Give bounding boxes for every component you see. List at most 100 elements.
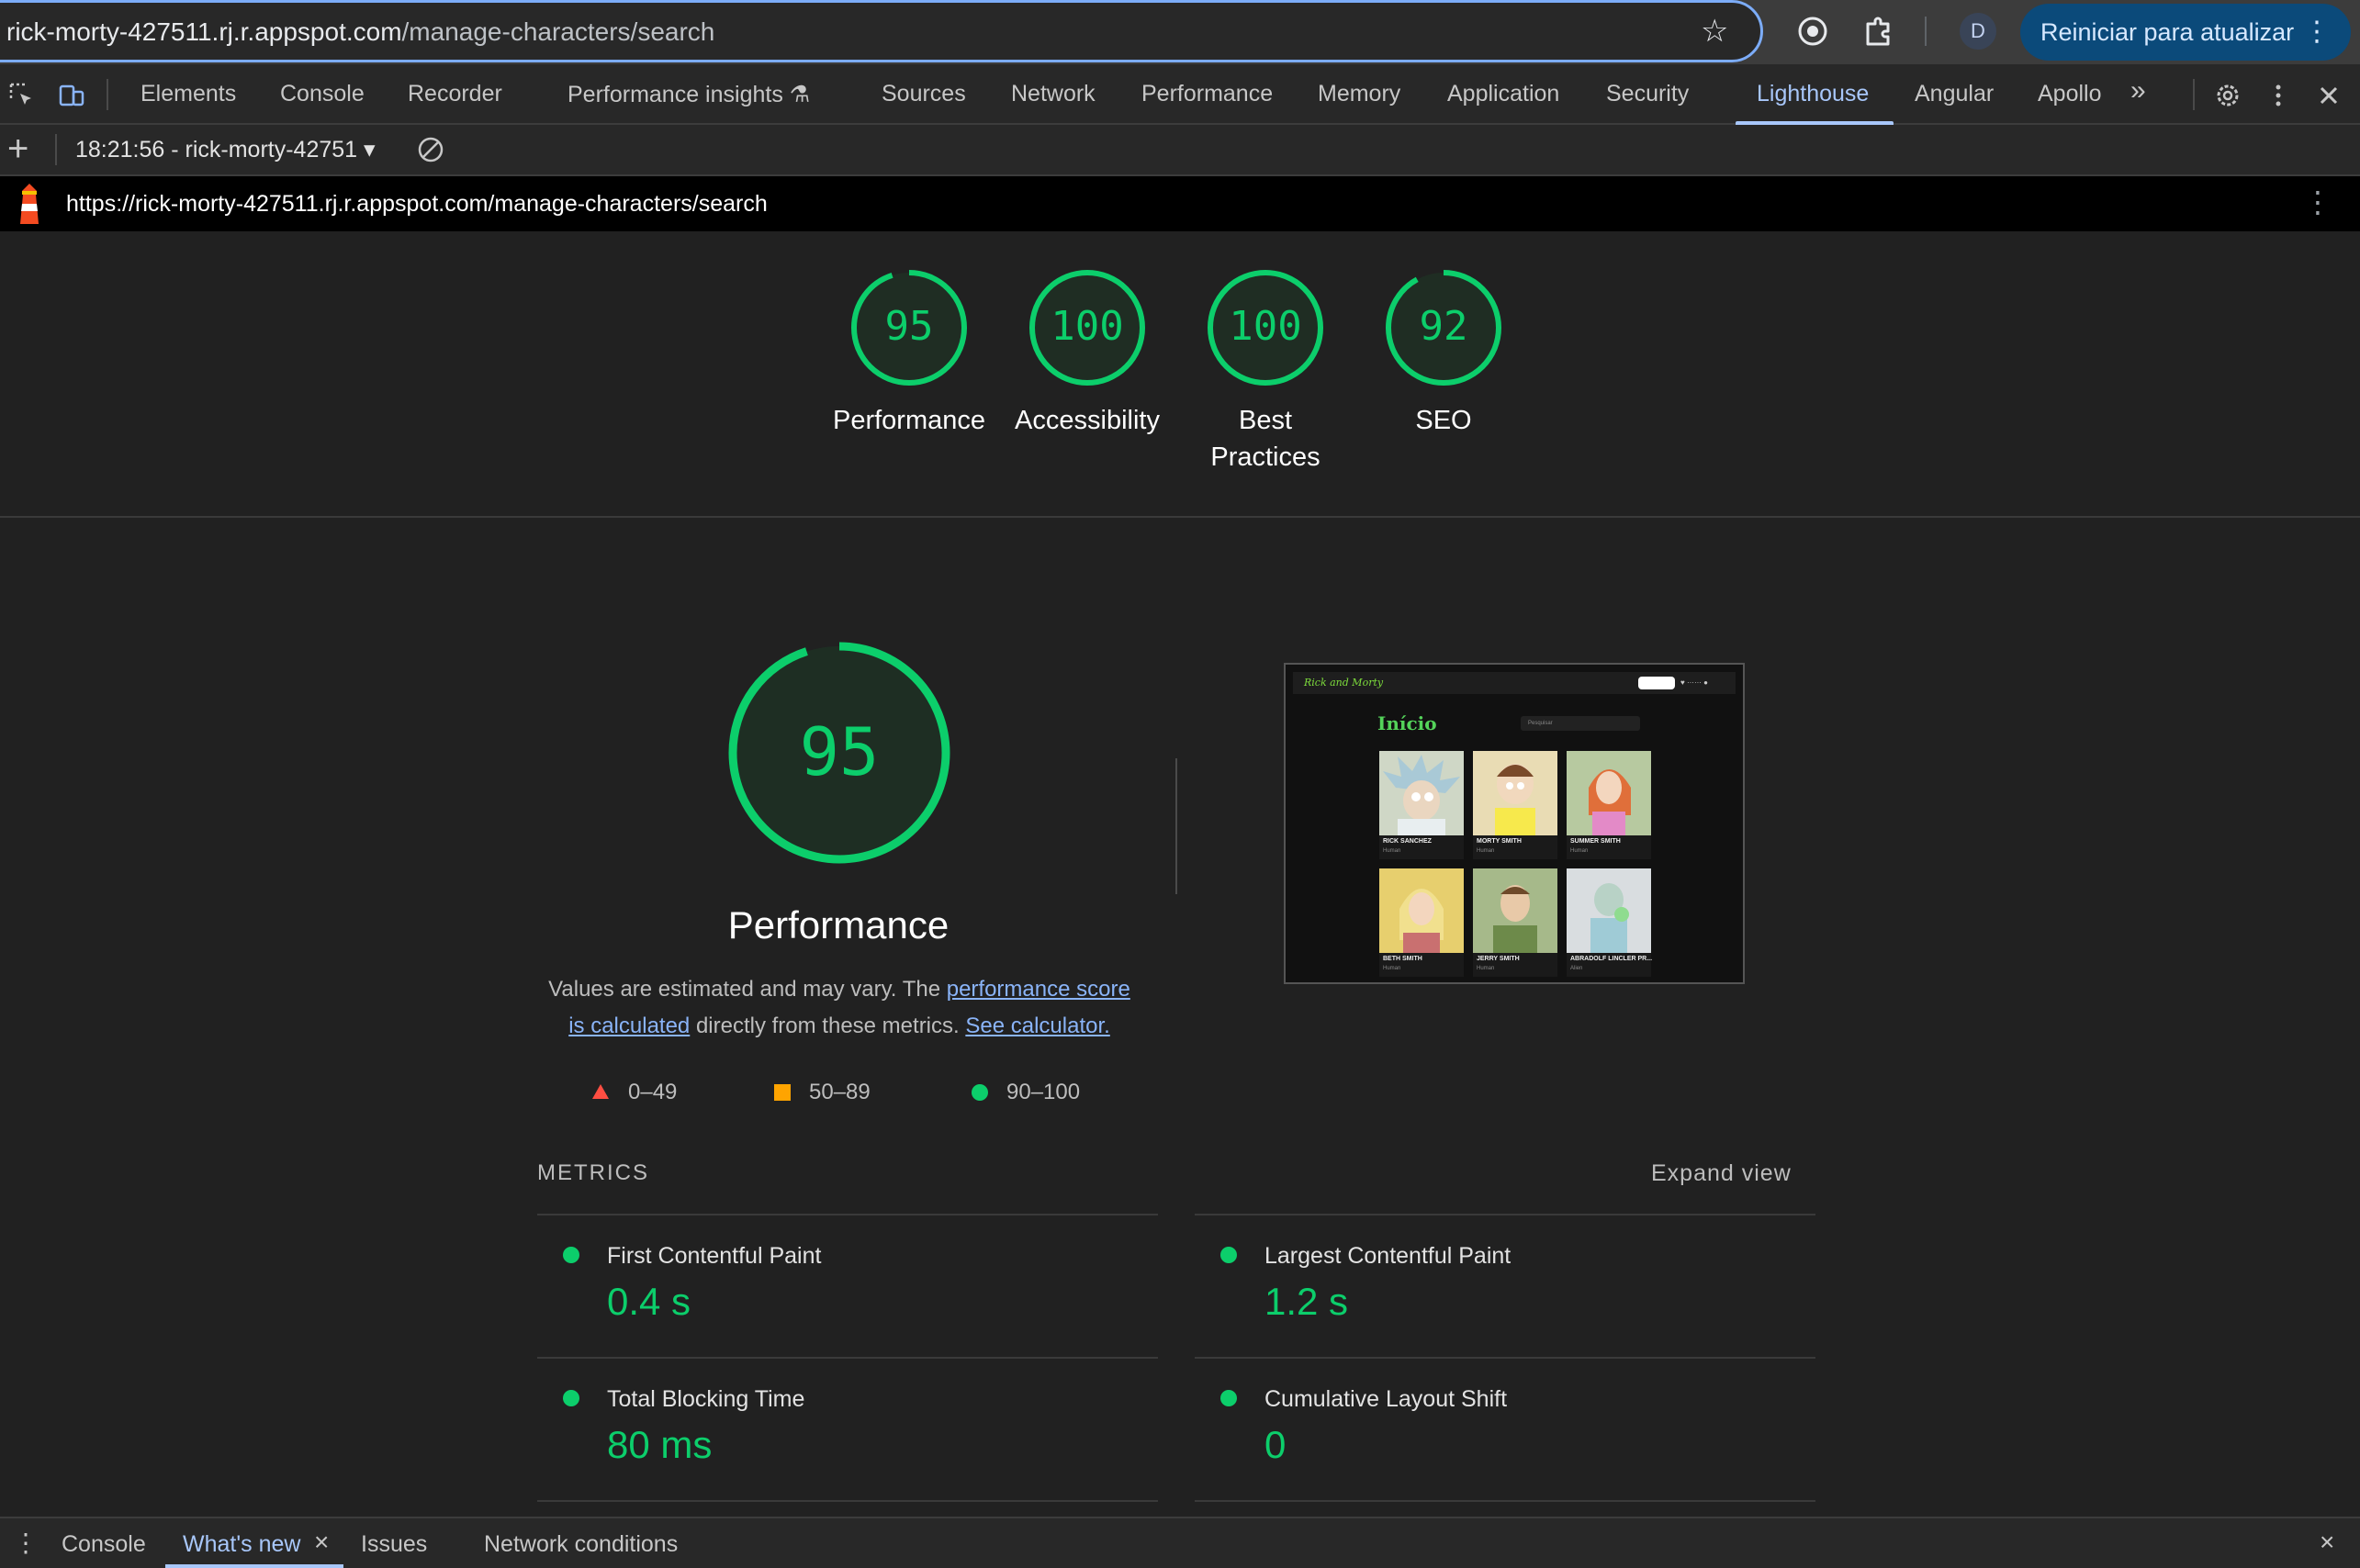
metric-divider [1195,1500,1815,1502]
clear-reports-icon[interactable] [417,136,444,163]
fail-triangle-icon [592,1084,609,1099]
gauge-label: Best Practices [1210,406,1320,472]
report-selector[interactable]: 18:21:56 - rick-morty-42751 ▾ [75,136,376,163]
drawer-tab-whats-new[interactable]: What's new [183,1531,300,1558]
pass-circle-icon [972,1084,988,1101]
score-gauges: 95 Performance 100 Accessibility 100 Bes… [0,231,2360,518]
device-toolbar-icon[interactable] [57,81,86,110]
drawer-menu-icon[interactable]: ⋮ [13,1528,39,1558]
chrome-menu-icon[interactable]: ⋮ [2303,4,2331,61]
inspect-element-icon[interactable] [7,81,37,110]
bookmark-star-icon[interactable]: ☆ [1701,13,1728,50]
tab-performance[interactable]: Performance [1141,81,1273,107]
metric-title: Cumulative Layout Shift [1264,1386,1508,1412]
pass-dot-icon [563,1390,579,1406]
tab-network[interactable]: Network [1011,81,1096,107]
performance-title: Performance [727,903,950,946]
toolbar-divider [55,134,57,165]
gauge-ring: 100 [1029,270,1145,386]
screenshot-search: Pesquisar [1521,716,1640,731]
tab-recorder[interactable]: Recorder [408,81,502,107]
tab-divider [2193,79,2195,110]
new-report-plus-icon[interactable]: + [7,129,28,170]
character-image [1379,868,1464,953]
lighthouse-logo-icon [20,184,39,224]
screenshot-heading: Início [1377,712,1437,734]
gauge-best-practices[interactable]: 100 Best Practices [1174,268,1357,476]
pass-dot-icon [1220,1390,1237,1406]
drawer-tab-issues[interactable]: Issues [361,1531,427,1558]
close-whats-new-icon[interactable]: × [314,1528,329,1557]
lighthouse-toolbar: + 18:21:56 - rick-morty-42751 ▾ [0,125,2360,176]
close-devtools-icon[interactable] [2314,81,2343,110]
tab-lighthouse[interactable]: Lighthouse [1757,81,1869,107]
character-image [1567,868,1651,953]
gauge-seo[interactable]: 92 SEO [1352,268,1535,439]
close-drawer-icon[interactable]: × [2320,1528,2334,1557]
metric-title: First Contentful Paint [607,1243,822,1269]
metric-divider [1195,1214,1815,1215]
address-url[interactable]: rick-morty-427511.rj.r.appspot.com/manag… [6,17,714,47]
tab-apollo[interactable]: Apollo [2038,81,2102,107]
see-calculator-link[interactable]: See calculator. [965,1014,1109,1038]
more-tabs-chevron-icon[interactable]: » [2130,75,2146,106]
average-square-icon [774,1084,791,1101]
devtools-menu-icon[interactable] [2264,81,2293,110]
drawer-active-indicator [165,1564,343,1568]
metric-divider [537,1500,1158,1502]
pass-dot-icon [1220,1247,1237,1263]
screenshot-card: BETH SMITH Human [1379,868,1464,977]
drawer-tab-network-conditions[interactable]: Network conditions [484,1531,678,1558]
gauge-label: SEO [1415,406,1472,435]
pass-dot-icon [563,1247,579,1263]
character-image [1473,751,1557,835]
gauge-performance[interactable]: 95 Performance [817,268,1001,439]
restart-to-update-button[interactable]: Reiniciar para atualizar ⋮ [2020,4,2351,61]
experiment-flask-icon: ⚗ [789,82,811,107]
performance-big-score: 95 [800,713,880,790]
screenshot-card: SUMMER SMITH Human [1567,751,1651,859]
expand-view-toggle[interactable]: Expand view [1651,1160,1792,1187]
address-bar[interactable]: rick-morty-427511.rj.r.appspot.com/manag… [0,0,1763,62]
metric-divider [537,1357,1158,1359]
screenshot-card: RICK SANCHEZ Human [1379,751,1464,859]
tested-url: https://rick-morty-427511.rj.r.appspot.c… [66,191,768,217]
extensions-puzzle-icon[interactable] [1860,13,1897,50]
section-divider [1175,758,1177,894]
metric-value: 1.2 s [1264,1280,1349,1323]
tab-performance-insights[interactable]: Performance insights ⚗ [568,81,810,108]
screenshot-home-pill [1638,677,1675,689]
gauge-ring: 100 [1208,270,1323,386]
profile-avatar[interactable]: D [1960,13,1996,50]
gauge-accessibility[interactable]: 100 Accessibility [995,268,1179,439]
performance-description: Values are estimated and may vary. The p… [548,977,1130,1038]
character-image [1379,751,1464,835]
legend-fail: 0–49 [591,1080,677,1105]
tab-elements[interactable]: Elements [140,81,236,107]
devtools-tab-strip: Elements Console Recorder Performance in… [0,64,2360,125]
tab-angular[interactable]: Angular [1915,81,1994,107]
settings-gear-icon[interactable] [2213,81,2242,110]
drawer-tab-console[interactable]: Console [62,1531,146,1558]
tab-sources[interactable]: Sources [882,81,966,107]
screenshot-favorites: ♥ ······ ● [1680,678,1709,687]
media-record-icon[interactable] [1794,13,1831,50]
gauge-score: 100 [1229,303,1301,350]
tab-memory[interactable]: Memory [1318,81,1400,107]
gauge-score: 100 [1051,303,1123,350]
lighthouse-url-bar: https://rick-morty-427511.rj.r.appspot.c… [0,176,2360,231]
final-screenshot[interactable]: Rick and Morty ♥ ······ ● Início Pesquis… [1284,663,1745,984]
report-menu-icon[interactable]: ⋮ [2303,187,2332,217]
toolbar-divider [1925,17,1927,46]
tab-divider [107,79,108,110]
screenshot-card: MORTY SMITH Human [1473,751,1557,859]
tab-console[interactable]: Console [280,81,365,107]
tab-application[interactable]: Application [1447,81,1559,107]
gauge-ring: 92 [1386,270,1501,386]
screenshot-card: ABRADOLF LINCLER PR... Alien [1567,868,1652,977]
performance-big-gauge: 95 [728,642,950,864]
tab-security[interactable]: Security [1606,81,1689,107]
screenshot-card: JERRY SMITH Human [1473,868,1557,977]
gauge-score: 92 [1420,303,1468,350]
legend-pass: 90–100 [972,1080,1080,1105]
